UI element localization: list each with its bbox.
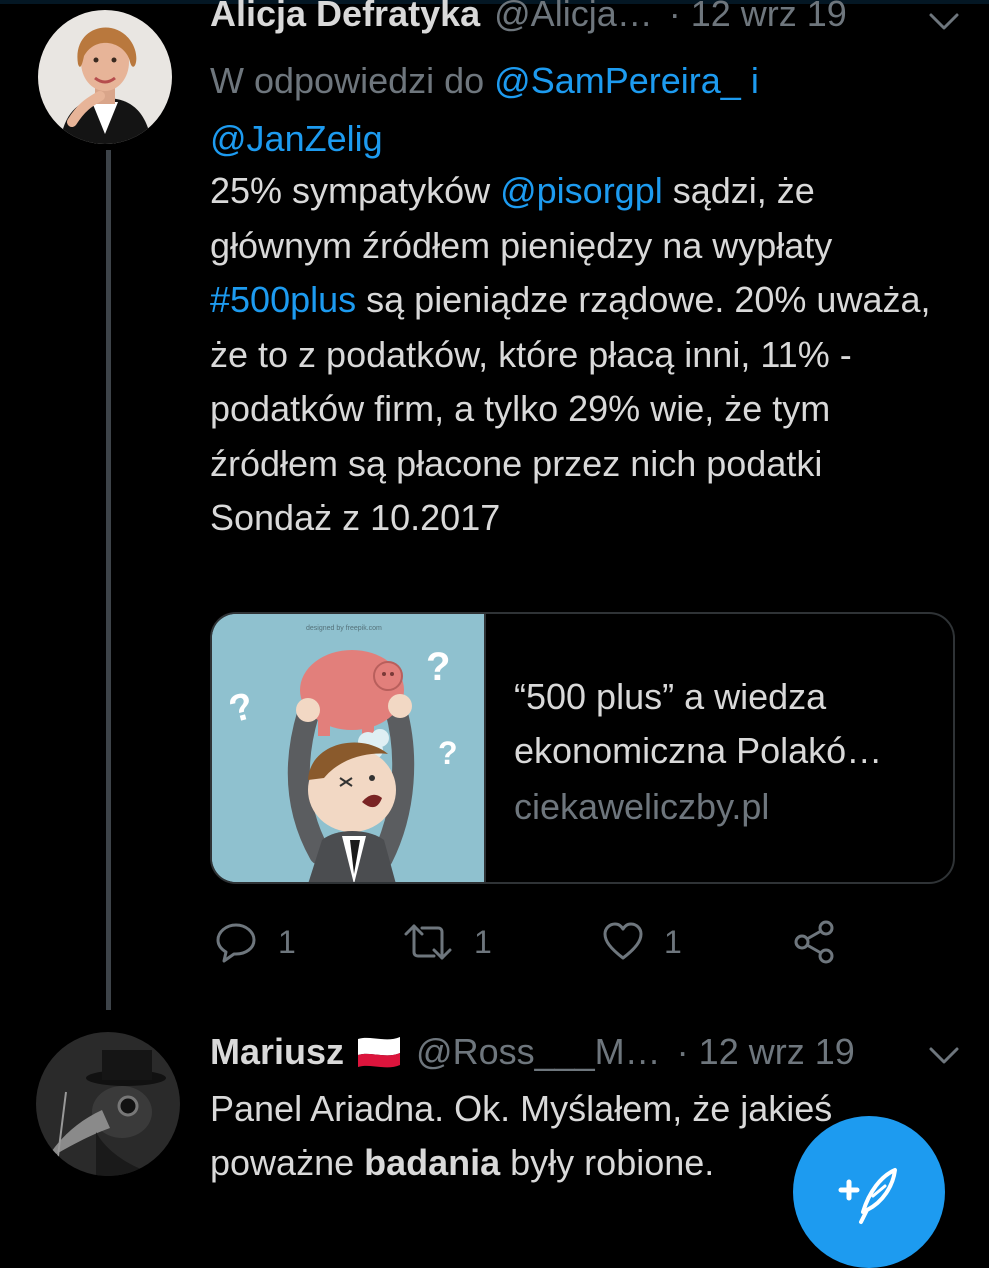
tweet-alicja[interactable]: Alicja Defratyka @Alicja… · 12 wrz 19 W … bbox=[0, 0, 989, 1010]
tweet-header: Mariusz @Ross___M… · 12 wrz 19 bbox=[210, 1032, 959, 1072]
reply-prefix: W odpowiedzi do bbox=[210, 60, 485, 101]
link-card[interactable]: designed by freepik.com ? ? ? “500 plus”… bbox=[210, 612, 955, 884]
display-name[interactable]: Mariusz bbox=[210, 1032, 344, 1072]
reply-action[interactable]: 1 bbox=[214, 912, 296, 972]
reply-joiner: i bbox=[750, 60, 759, 101]
mention-pisorgpl[interactable]: @pisorgpl bbox=[500, 170, 663, 211]
avatar-alicja[interactable] bbox=[38, 10, 172, 144]
retweet-count: 1 bbox=[474, 923, 492, 960]
separator-dot: · bbox=[676, 1031, 689, 1072]
bold-text: badania bbox=[364, 1142, 501, 1183]
compose-icon bbox=[838, 1168, 897, 1224]
retweet-action[interactable]: 1 bbox=[402, 912, 492, 972]
compose-button[interactable] bbox=[793, 1116, 945, 1268]
thread-line bbox=[106, 150, 111, 1010]
avatar-alicja-image bbox=[38, 10, 172, 144]
avatar-mariusz[interactable] bbox=[36, 1032, 180, 1176]
reply-context: W odpowiedzi do @SamPereira_ i @JanZelig bbox=[210, 52, 910, 168]
card-image: designed by freepik.com ? ? ? bbox=[212, 614, 486, 882]
text-part: 25% sympatyków bbox=[210, 170, 501, 211]
share-icon bbox=[794, 920, 834, 964]
avatar-mariusz-image bbox=[36, 1032, 180, 1176]
chevron-down-icon[interactable] bbox=[927, 4, 961, 38]
tweet-text: 25% sympatyków @pisorgpl sądzi, że główn… bbox=[210, 164, 950, 546]
tweet-date[interactable]: 12 wrz 19 bbox=[699, 1032, 855, 1072]
share-action[interactable] bbox=[792, 912, 838, 972]
card-title-line: ekonomiczna Polakó… bbox=[514, 730, 883, 771]
like-count: 1 bbox=[664, 923, 682, 960]
card-title-line: “500 plus” a wiedza bbox=[514, 676, 827, 717]
mention-janzelig[interactable]: @JanZelig bbox=[210, 118, 383, 159]
like-icon bbox=[603, 922, 643, 960]
retweet-icon bbox=[404, 924, 452, 960]
svg-text:?: ? bbox=[426, 645, 450, 689]
card-title: “500 plus” a wiedza ekonomiczna Polakó… bbox=[514, 670, 934, 778]
reply-count: 1 bbox=[278, 923, 296, 960]
tweet-actions: 1 1 1 bbox=[210, 912, 950, 972]
mention-sampereira[interactable]: @SamPereira_ bbox=[494, 60, 741, 101]
svg-text:?: ? bbox=[438, 735, 458, 771]
tweet-date[interactable]: 12 wrz 19 bbox=[691, 0, 847, 34]
user-handle[interactable]: @Ross___M… bbox=[416, 1032, 661, 1072]
reply-icon bbox=[216, 923, 256, 963]
card-watermark: designed by freepik.com bbox=[306, 625, 382, 632]
chevron-down-icon[interactable] bbox=[927, 1038, 961, 1072]
text-part: były robione. bbox=[500, 1142, 715, 1183]
tweet-header: Alicja Defratyka @Alicja… · 12 wrz 19 bbox=[210, 0, 959, 34]
separator-dot: · bbox=[668, 0, 681, 34]
text-part: Sondaż z 10.2017 bbox=[210, 497, 501, 538]
card-domain: ciekaweliczby.pl bbox=[514, 786, 770, 827]
poland-flag-icon bbox=[358, 1037, 401, 1068]
user-handle[interactable]: @Alicja… bbox=[494, 0, 653, 34]
display-name[interactable]: Alicja Defratyka bbox=[210, 0, 480, 34]
like-action[interactable]: 1 bbox=[602, 912, 682, 972]
card-illustration: designed by freepik.com ? ? ? bbox=[212, 614, 484, 882]
hashtag-500plus[interactable]: #500plus bbox=[210, 279, 356, 320]
